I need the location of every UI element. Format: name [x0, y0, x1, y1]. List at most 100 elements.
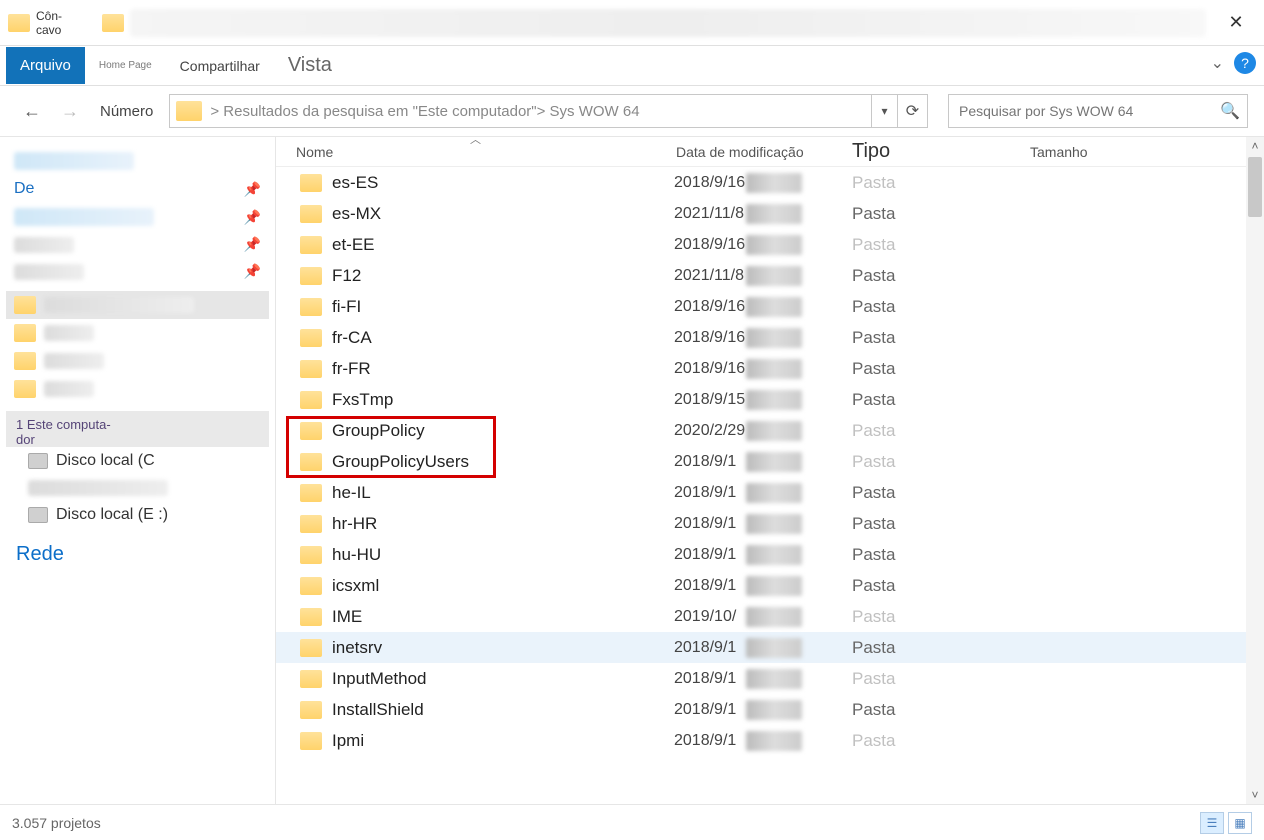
file-name: fr-FR	[332, 359, 674, 379]
folder-icon	[300, 205, 322, 223]
table-row[interactable]: es-MX2021/11/8Pasta	[276, 198, 1246, 229]
folder-icon	[300, 608, 322, 626]
date-blur	[746, 421, 802, 441]
address-dropdown[interactable]: ▾	[871, 95, 897, 127]
sidebar-folder[interactable]	[6, 375, 269, 403]
file-name: inetsrv	[332, 638, 674, 658]
window-title: Côn- cavo	[36, 9, 96, 37]
titlebar: Côn- cavo – ▢ ✕	[0, 0, 1264, 46]
sidebar-item[interactable]	[6, 475, 269, 501]
help-button[interactable]: ?	[1234, 52, 1256, 74]
nav-label: Número	[100, 103, 153, 120]
folder-icon	[102, 14, 124, 32]
sidebar-folder[interactable]	[6, 347, 269, 375]
file-type: Pasta	[850, 390, 1028, 410]
back-button[interactable]: ←	[18, 97, 46, 125]
sidebar-item[interactable]: 📌	[6, 231, 269, 258]
refresh-button[interactable]: ⟳	[897, 95, 927, 127]
tab-compartilhar[interactable]: Compartilhar	[166, 52, 274, 80]
scroll-up-icon[interactable]: ˄	[1246, 137, 1264, 155]
table-row[interactable]: InstallShield2018/9/1Pasta	[276, 694, 1246, 725]
file-name: InputMethod	[332, 669, 674, 689]
date-blur	[746, 390, 802, 410]
sidebar-this-pc[interactable]: 1 Este computa- dor	[6, 411, 269, 447]
date-blur	[746, 328, 802, 348]
table-row[interactable]: et-EE2018/9/16Pasta	[276, 229, 1246, 260]
address-text[interactable]: > Resultados da pesquisa em "Este comput…	[206, 103, 871, 120]
date-blur	[746, 452, 802, 472]
folder-icon	[300, 236, 322, 254]
sidebar-folder[interactable]	[6, 319, 269, 347]
table-row[interactable]: he-IL2018/9/1Pasta	[276, 477, 1246, 508]
folder-icon	[176, 101, 202, 121]
tab-arquivo[interactable]: Arquivo	[6, 47, 85, 84]
main-area: De📌 📌 📌 📌 1 Este computa- dor Disco loca…	[0, 136, 1264, 804]
table-row[interactable]: es-ES2018/9/16Pasta	[276, 167, 1246, 198]
sort-indicator-icon: ︿	[470, 131, 481, 147]
file-type: Pasta	[850, 607, 1028, 627]
tab-home[interactable]: Home Page	[85, 54, 166, 77]
file-type: Pasta	[850, 328, 1028, 348]
table-row[interactable]: hu-HU2018/9/1Pasta	[276, 539, 1246, 570]
date-blur	[746, 731, 802, 751]
search-input[interactable]	[949, 103, 1213, 119]
address-bar[interactable]: > Resultados da pesquisa em "Este comput…	[169, 94, 928, 128]
view-icons-button[interactable]: ▦	[1228, 812, 1252, 834]
date-blur	[746, 266, 802, 286]
table-row[interactable]: F122021/11/8Pasta	[276, 260, 1246, 291]
search-icon[interactable]: 🔍	[1213, 101, 1247, 121]
table-row[interactable]: fr-FR2018/9/16Pasta	[276, 353, 1246, 384]
quick-access[interactable]	[6, 147, 269, 175]
status-bar: 3.057 projetos ☰ ▦	[0, 804, 1264, 840]
scroll-thumb[interactable]	[1248, 157, 1262, 217]
sidebar-drive-c[interactable]: Disco local (C	[6, 447, 269, 475]
table-row[interactable]: GroupPolicyUsers2018/9/1Pasta	[276, 446, 1246, 477]
file-type: Pasta	[850, 576, 1028, 596]
tab-vista[interactable]: Vista	[274, 48, 346, 83]
date-blur	[746, 545, 802, 565]
sidebar-network[interactable]: Rede	[6, 529, 269, 580]
search-box[interactable]: 🔍	[948, 94, 1248, 128]
file-name: hr-HR	[332, 514, 674, 534]
table-row[interactable]: icsxml2018/9/1Pasta	[276, 570, 1246, 601]
file-type: Pasta	[850, 235, 1028, 255]
table-row[interactable]: GroupPolicy2020/2/29Pasta	[276, 415, 1246, 446]
sidebar-item[interactable]: De📌	[6, 175, 269, 203]
folder-icon	[300, 732, 322, 750]
nav-row: ← → Número > Resultados da pesquisa em "…	[0, 86, 1264, 136]
col-type-header[interactable]: Tipo	[852, 140, 1030, 163]
sidebar-folder[interactable]	[6, 291, 269, 319]
view-details-button[interactable]: ☰	[1200, 812, 1224, 834]
table-row[interactable]: inetsrv2018/9/1Pasta	[276, 632, 1246, 663]
folder-icon	[300, 391, 322, 409]
sidebar-item[interactable]: 📌	[6, 258, 269, 285]
col-size-header[interactable]: Tamanho	[1030, 144, 1170, 160]
file-name: IME	[332, 607, 674, 627]
date-blur	[746, 700, 802, 720]
table-row[interactable]: IME2019/10/Pasta	[276, 601, 1246, 632]
table-row[interactable]: fr-CA2018/9/16Pasta	[276, 322, 1246, 353]
sidebar-drive-e[interactable]: Disco local (E :)	[6, 501, 269, 529]
forward-button[interactable]: →	[56, 97, 84, 125]
date-blur	[746, 638, 802, 658]
close-button[interactable]: ✕	[1226, 13, 1246, 33]
file-type: Pasta	[850, 452, 1028, 472]
chevron-down-icon[interactable]: ⌄	[1211, 53, 1224, 73]
file-type: Pasta	[850, 545, 1028, 565]
scroll-down-icon[interactable]: ˅	[1246, 786, 1264, 804]
file-type: Pasta	[850, 173, 1028, 193]
folder-icon	[300, 174, 322, 192]
table-row[interactable]: hr-HR2018/9/1Pasta	[276, 508, 1246, 539]
table-row[interactable]: fi-FI2018/9/16Pasta	[276, 291, 1246, 322]
table-row[interactable]: Ipmi2018/9/1Pasta	[276, 725, 1246, 756]
sidebar-label: De	[14, 180, 34, 198]
drive-icon	[28, 507, 48, 523]
table-row[interactable]: InputMethod2018/9/1Pasta	[276, 663, 1246, 694]
table-row[interactable]: FxsTmp2018/9/15Pasta	[276, 384, 1246, 415]
scrollbar[interactable]: ˄ ˅	[1246, 137, 1264, 804]
folder-icon	[8, 14, 30, 32]
file-type: Pasta	[850, 700, 1028, 720]
sidebar-item[interactable]: 📌	[6, 203, 269, 231]
file-name: et-EE	[332, 235, 674, 255]
col-date-header[interactable]: Data de modificação	[676, 144, 852, 160]
